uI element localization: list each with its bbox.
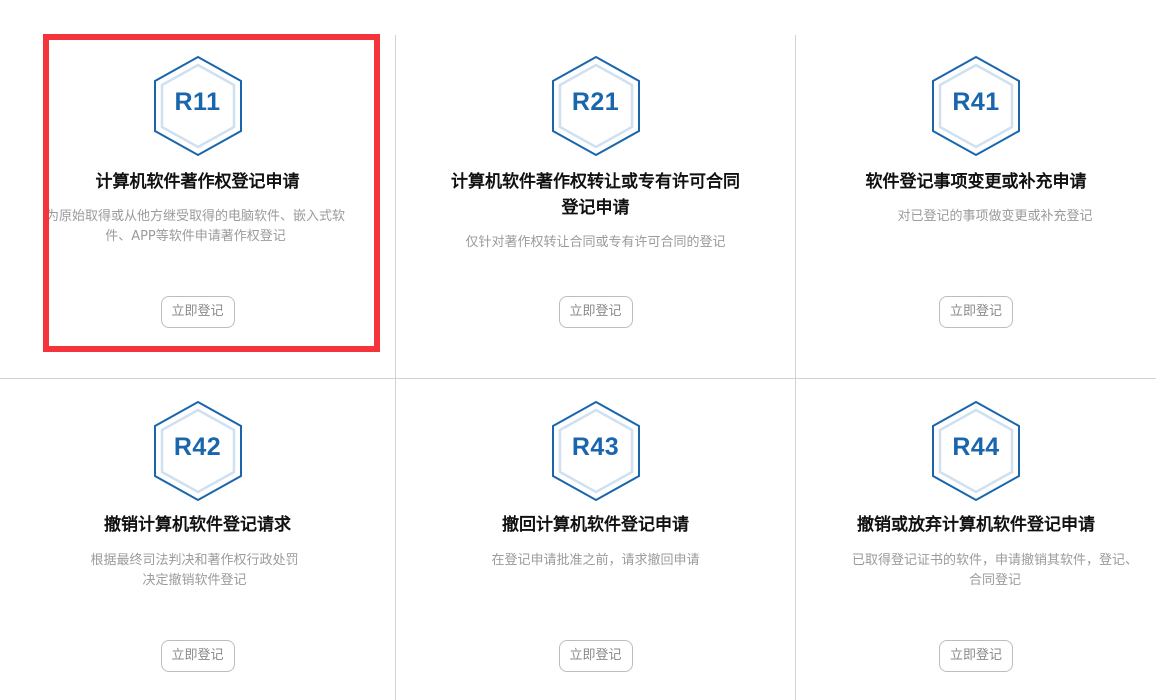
register-now-button[interactable]: 立即登记 (939, 640, 1013, 672)
hexagon-badge-icon: R41 (930, 55, 1022, 157)
card-r42[interactable]: R42 撤销计算机软件登记请求 根据最终司法判决和著作权行政处罚决定撤销软件登记… (0, 378, 395, 700)
hexagon-badge-icon: R44 (930, 400, 1022, 502)
card-r44[interactable]: R44 撤销或放弃计算机软件登记申请 已取得登记证书的软件，申请撤销其软件，登记… (795, 378, 1156, 700)
card-r21[interactable]: R21 计算机软件著作权转让或专有许可合同登记申请 仅针对著作权转让合同或专有许… (395, 35, 795, 378)
card-description: 为原始取得或从他方继受取得的电脑软件、嵌入式软件、APP等软件申请著作权登记 (45, 209, 345, 244)
card-r11[interactable]: R11 计算机软件著作权登记申请 为原始取得或从他方继受取得的电脑软件、嵌入式软… (0, 35, 395, 378)
form-code: R41 (952, 88, 1000, 116)
card-title: 撤销或放弃计算机软件登记申请 (857, 515, 1095, 535)
card-r41[interactable]: R41 软件登记事项变更或补充申请 对已登记的事项做变更或补充登记 立即登记 (795, 35, 1156, 378)
form-code: R44 (952, 433, 1000, 461)
hexagon-badge-icon: R43 (550, 400, 642, 502)
form-code: R21 (571, 88, 620, 116)
card-description: 仅针对著作权转让合同或专有许可合同的登记 (465, 235, 726, 250)
register-now-button[interactable]: 立即登记 (558, 296, 633, 328)
card-title: 撤回计算机软件登记申请 (502, 515, 689, 535)
card-description: 对已登记的事项做变更或补充登记 (897, 209, 1093, 224)
register-now-button[interactable]: 立即登记 (939, 296, 1013, 328)
register-now-button[interactable]: 立即登记 (558, 640, 633, 672)
card-description: 根据最终司法判决和著作权行政处罚决定撤销软件登记 (90, 553, 299, 588)
registration-type-grid: R11 计算机软件著作权登记申请 为原始取得或从他方继受取得的电脑软件、嵌入式软… (0, 0, 1156, 700)
card-r43[interactable]: R43 撤回计算机软件登记申请 在登记申请批准之前，请求撤回申请 立即登记 (395, 378, 795, 700)
hexagon-badge-icon: R21 (550, 55, 642, 157)
card-title: 计算机软件著作权转让或专有许可合同登记申请 (451, 172, 740, 218)
form-code: R42 (173, 433, 222, 461)
card-title: 计算机软件著作权登记申请 (95, 172, 300, 192)
hexagon-badge-icon: R11 (152, 55, 244, 157)
card-title: 撤销计算机软件登记请求 (104, 515, 291, 535)
form-code: R43 (571, 433, 620, 461)
card-description: 已取得登记证书的软件，申请撤销其软件，登记、合同登记 (851, 553, 1138, 588)
card-description: 在登记申请批准之前，请求撤回申请 (491, 553, 700, 568)
card-title: 软件登记事项变更或补充申请 (865, 172, 1087, 192)
hexagon-badge-icon: R42 (152, 400, 244, 502)
register-now-button[interactable]: 立即登记 (160, 640, 235, 672)
register-now-button[interactable]: 立即登记 (160, 296, 235, 328)
form-code: R11 (174, 88, 221, 116)
